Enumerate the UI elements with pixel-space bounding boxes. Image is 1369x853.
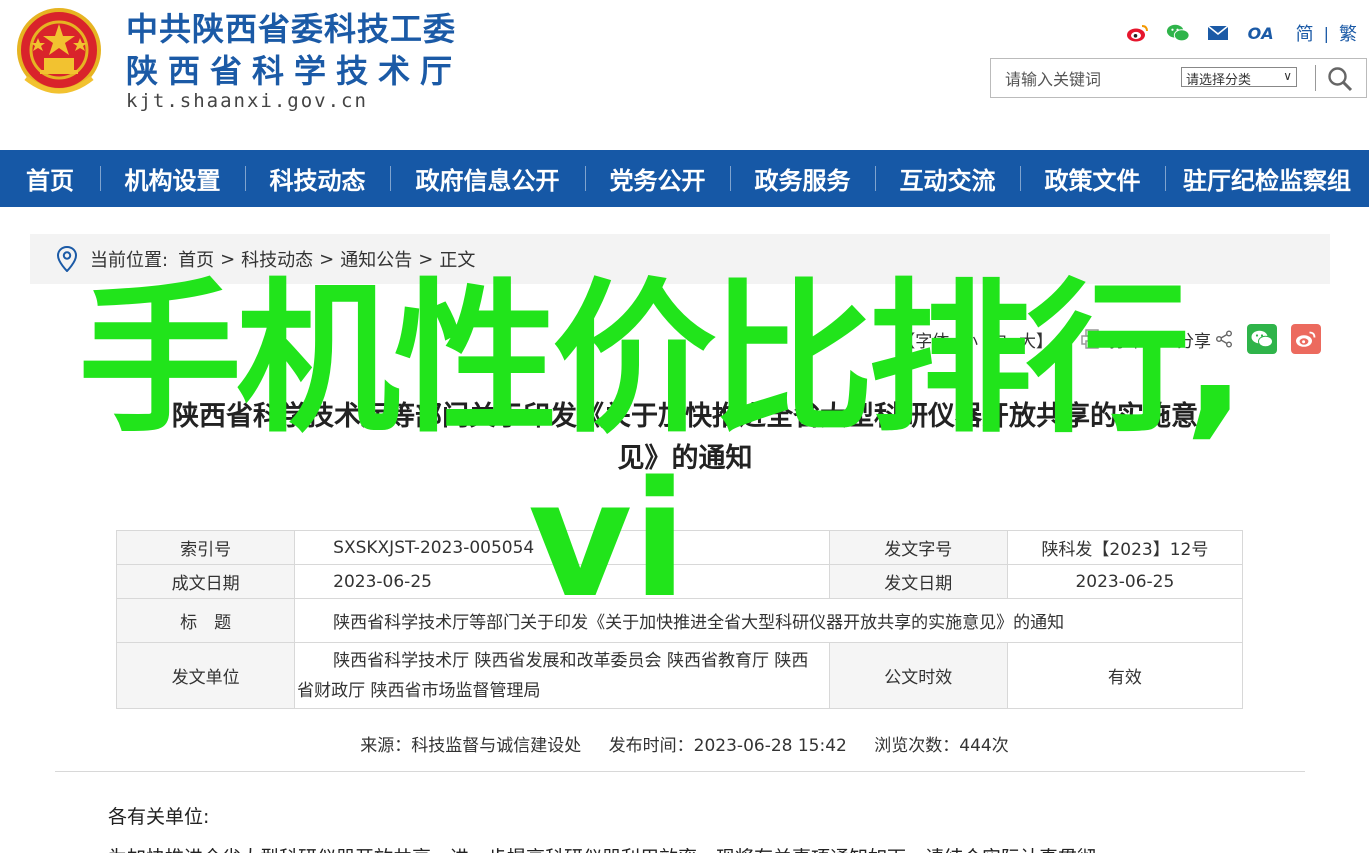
org-name-line1: 中共陕西省委科技工委: [126, 10, 457, 48]
article-title: 陕西省科学技术厅等部门关于印发《关于加快推进全省大型科研仪器开放共享的实施意 见…: [40, 396, 1330, 480]
divider: [55, 771, 1305, 772]
share-wechat-button[interactable]: [1247, 324, 1277, 354]
location-pin-icon: [56, 246, 78, 272]
info-value: 陕科发【2023】12号: [1006, 530, 1244, 565]
breadcrumb-notices[interactable]: 通知公告: [340, 246, 412, 272]
nav-item-interaction[interactable]: 互动交流: [875, 150, 1020, 207]
print-icon: [1081, 329, 1103, 349]
breadcrumb-sep: >: [418, 248, 434, 270]
site-header: 中共陕西省委科技工委 陕西省科学技术厅 kjt.shaanxi.gov.cn O…: [0, 0, 1369, 150]
weibo-icon: [1296, 331, 1316, 347]
org-name-line2: 陕西省科学技术厅: [126, 52, 463, 90]
oa-label: OA: [1247, 23, 1274, 43]
wechat-icon: [1251, 330, 1273, 348]
nav-item-policy[interactable]: 政策文件: [1020, 150, 1165, 207]
info-value: 2023-06-25: [294, 564, 830, 599]
chevron-down-icon: ∨: [1283, 69, 1292, 83]
national-emblem-icon[interactable]: [16, 8, 102, 96]
nav-item-party-affairs[interactable]: 党务公开: [585, 150, 730, 207]
nav-item-inspection[interactable]: 驻厅纪检监察组: [1165, 150, 1369, 207]
table-row: 成文日期 2023-06-25 发文日期 2023-06-25: [115, 564, 1244, 599]
header-tools: OA 简 | 繁: [1110, 20, 1357, 46]
search-category-label: 请选择分类: [1186, 73, 1252, 87]
search-category-select[interactable]: 请选择分类 ∨: [1181, 67, 1297, 87]
print-label: 打印: [1109, 331, 1143, 352]
wechat-icon[interactable]: [1166, 22, 1190, 44]
breadcrumb-sep: >: [220, 248, 236, 270]
weibo-icon[interactable]: [1126, 22, 1150, 44]
lang-traditional-link[interactable]: 繁: [1339, 20, 1357, 46]
search-divider: [1315, 65, 1316, 91]
breadcrumb-news[interactable]: 科技动态: [241, 246, 313, 272]
info-key: 标 题: [115, 598, 296, 643]
breadcrumb-home[interactable]: 首页: [178, 246, 214, 272]
search-button[interactable]: [1323, 65, 1357, 93]
info-value: SXSKXJST-2023-005054: [294, 530, 830, 565]
font-size-medium[interactable]: 中: [990, 327, 1007, 352]
main-nav: 首页 机构设置 科技动态 政府信息公开 党务公开 政务服务 互动交流 政策文件 …: [0, 150, 1369, 207]
nav-item-gov-info[interactable]: 政府信息公开: [390, 150, 585, 207]
info-key: 公文时效: [828, 642, 1008, 709]
font-size-label: 【字体:: [898, 331, 955, 352]
article-title-line1: 陕西省科学技术厅等部门关于印发《关于加快推进全省大型科研仪器开放共享的实施意: [172, 401, 1198, 432]
article-source: 来源：科技监督与诚信建设处: [360, 736, 582, 756]
article-title-line2: 见》的通知: [617, 443, 753, 474]
nav-item-services[interactable]: 政务服务: [730, 150, 875, 207]
mail-icon[interactable]: [1206, 22, 1230, 44]
table-row: 索引号 SXSKXJST-2023-005054 发文字号 陕科发【2023】1…: [115, 530, 1244, 565]
info-value: 陕西省科学技术厅 陕西省发展和改革委员会 陕西省教育厅 陕西省财政厅 陕西省市场…: [294, 642, 830, 709]
share-label: 分享: [1177, 331, 1211, 352]
print-button[interactable]: 打印: [1081, 327, 1143, 352]
info-key: 发文字号: [828, 530, 1008, 565]
breadcrumb-label: 当前位置:: [90, 250, 169, 271]
breadcrumb-sep: >: [319, 248, 335, 270]
info-key: 成文日期: [115, 564, 296, 599]
article-body-first-line: 为加快推进全省大型科研仪器开放共享，进一步提高科研仪器利用效率，现将有关事项通知…: [108, 843, 1288, 853]
share-icon: [1216, 330, 1232, 348]
info-key: 发文单位: [115, 642, 296, 709]
article-salutation: 各有关单位:: [108, 806, 210, 828]
nav-item-organization[interactable]: 机构设置: [100, 150, 245, 207]
oa-link[interactable]: OA: [1246, 22, 1276, 44]
share-label-group: 分享: [1177, 327, 1233, 352]
article-view-count: 浏览次数：444次: [874, 736, 1009, 756]
article-meta: 来源：科技监督与诚信建设处 发布时间：2023-06-28 15:42 浏览次数…: [0, 731, 1369, 756]
info-value: 2023-06-25: [1006, 564, 1244, 599]
search-icon: [1328, 67, 1353, 92]
font-size-large[interactable]: 大】: [1019, 327, 1053, 352]
article-tools: 【字体: 小 中 大】 打印 分享: [898, 323, 1321, 355]
lang-simplified-link[interactable]: 简: [1296, 20, 1314, 46]
breadcrumb: 当前位置: 首页 > 科技动态 > 通知公告 > 正文: [30, 234, 1330, 284]
search-box: 请选择分类 ∨: [990, 58, 1367, 98]
table-row: 发文单位 陕西省科学技术厅 陕西省发展和改革委员会 陕西省教育厅 陕西省财政厅 …: [115, 642, 1244, 709]
info-key: 索引号: [115, 530, 296, 565]
article-published-time: 发布时间：2023-06-28 15:42: [608, 736, 847, 756]
info-value: 陕西省科学技术厅等部门关于印发《关于加快推进全省大型科研仪器开放共享的实施意见》…: [294, 598, 1243, 643]
search-input[interactable]: [1005, 67, 1165, 91]
site-domain: kjt.shaanxi.gov.cn: [126, 90, 368, 112]
nav-item-news[interactable]: 科技动态: [245, 150, 390, 207]
info-value: 有效: [1006, 642, 1244, 709]
document-info-table: 索引号 SXSKXJST-2023-005054 发文字号 陕科发【2023】1…: [115, 530, 1244, 709]
nav-item-home[interactable]: 首页: [0, 150, 100, 207]
share-weibo-button[interactable]: [1291, 324, 1321, 354]
lang-separator: |: [1323, 23, 1329, 43]
font-size-small[interactable]: 小: [961, 327, 978, 352]
breadcrumb-current: 正文: [439, 250, 476, 271]
table-row: 标 题 陕西省科学技术厅等部门关于印发《关于加快推进全省大型科研仪器开放共享的实…: [115, 598, 1243, 643]
info-key: 发文日期: [828, 564, 1008, 599]
